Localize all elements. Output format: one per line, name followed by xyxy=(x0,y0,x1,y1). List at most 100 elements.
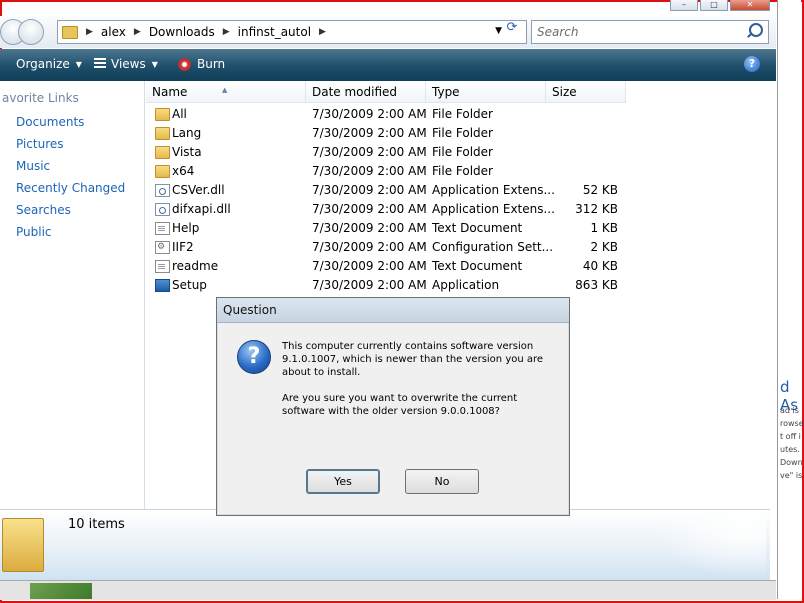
background-text-line: Down xyxy=(780,458,803,467)
background-text-line: t off i xyxy=(780,432,801,441)
file-name: IIF2 xyxy=(172,240,194,254)
file-name: x64 xyxy=(172,164,195,178)
breadcrumb-separator-icon: ▶ xyxy=(222,27,230,37)
search-input[interactable]: Search xyxy=(531,20,769,44)
breadcrumb-separator-icon: ▶ xyxy=(133,27,141,37)
views-label: Views xyxy=(111,57,146,71)
file-type: File Folder xyxy=(432,145,493,159)
chevron-down-icon: ▼ xyxy=(75,59,82,69)
dialog-message: This computer currently contains softwar… xyxy=(282,340,552,431)
search-icon[interactable] xyxy=(749,23,763,37)
file-row[interactable]: IIF2 7/30/2009 2:00 AM Configuration Set… xyxy=(146,238,626,257)
folder-icon xyxy=(155,146,170,159)
file-type: Text Document xyxy=(432,221,523,235)
nav-documents[interactable]: Documents xyxy=(16,115,84,129)
nav-music[interactable]: Music xyxy=(16,159,50,173)
breadcrumb-downloads[interactable]: Downloads xyxy=(149,25,215,39)
navigation-pane: avorite Links Documents Pictures Music R… xyxy=(0,81,145,590)
address-dropdown-icon[interactable]: ▼ xyxy=(495,26,502,36)
file-row[interactable]: Setup 7/30/2009 2:00 AM Application 863 … xyxy=(146,276,626,295)
file-row[interactable]: difxapi.dll 7/30/2009 2:00 AM Applicatio… xyxy=(146,200,626,219)
no-button[interactable]: No xyxy=(405,469,479,494)
breadcrumb-infinst[interactable]: infinst_autol xyxy=(238,25,311,39)
burn-label: Burn xyxy=(197,57,226,71)
folder-icon xyxy=(155,108,170,121)
large-folder-icon xyxy=(2,518,44,572)
column-header-name[interactable]: ▲ Name xyxy=(146,81,306,103)
address-bar[interactable]: ▶ alex ▶ Downloads ▶ infinst_autol ▶ ▼ xyxy=(57,20,527,44)
file-size: 1 KB xyxy=(590,221,618,235)
folder-icon xyxy=(155,127,170,140)
close-button[interactable]: ✕ xyxy=(730,0,770,11)
column-name-label: Name xyxy=(152,85,188,99)
help-icon[interactable]: ? xyxy=(744,56,760,72)
refresh-icon[interactable]: ⟳ xyxy=(503,21,521,35)
question-icon: ? xyxy=(237,340,271,374)
chevron-down-icon: ▼ xyxy=(151,59,158,69)
file-type: Application xyxy=(432,278,500,292)
dialog-message-line1: This computer currently contains softwar… xyxy=(282,341,544,378)
item-count: 10 items xyxy=(68,517,125,532)
background-thumbnail xyxy=(30,583,92,599)
views-button[interactable]: Views ▼ xyxy=(94,57,158,71)
file-name: Lang xyxy=(172,126,202,140)
file-row[interactable]: All 7/30/2009 2:00 AM File Folder xyxy=(146,105,626,124)
breadcrumb-separator-icon: ▶ xyxy=(86,27,93,37)
address-bar-area: ▶ alex ▶ Downloads ▶ infinst_autol ▶ ▼ ⟳… xyxy=(0,16,776,48)
nav-pictures[interactable]: Pictures xyxy=(16,137,64,151)
background-text: ad is rowse t off i utes. Down ve" is xyxy=(780,404,804,482)
file-type: File Folder xyxy=(432,164,493,178)
favorite-links-header: avorite Links xyxy=(2,91,79,105)
file-date: 7/30/2009 2:00 AM xyxy=(312,145,427,159)
dialog-title: Question xyxy=(223,303,277,317)
search-placeholder: Search xyxy=(537,25,579,39)
maximize-button[interactable]: □ xyxy=(700,0,728,11)
column-header-size[interactable]: Size xyxy=(546,81,626,103)
file-size: 40 KB xyxy=(582,259,618,273)
column-header-type[interactable]: Type xyxy=(426,81,546,103)
views-icon xyxy=(94,58,106,70)
nav-searches[interactable]: Searches xyxy=(16,203,71,217)
minimize-button[interactable]: – xyxy=(670,0,698,11)
file-name: Setup xyxy=(172,278,207,292)
config-icon xyxy=(155,238,170,257)
background-text-line: ve" is xyxy=(780,471,803,480)
folder-icon xyxy=(155,165,170,178)
breadcrumb-alex[interactable]: alex xyxy=(101,25,126,39)
nav-recently-changed[interactable]: Recently Changed xyxy=(16,181,125,195)
breadcrumb-separator-icon: ▶ xyxy=(319,27,326,37)
file-type: Text Document xyxy=(432,259,523,273)
file-row[interactable]: readme 7/30/2009 2:00 AM Text Document 4… xyxy=(146,257,626,276)
dialog-title-bar[interactable]: Question xyxy=(217,298,569,323)
file-date: 7/30/2009 2:00 AM xyxy=(312,107,427,121)
file-name: readme xyxy=(172,259,219,273)
file-type: Application Extens... xyxy=(432,183,555,197)
file-name: difxapi.dll xyxy=(172,202,231,216)
file-row[interactable]: x64 7/30/2009 2:00 AM File Folder xyxy=(146,162,626,181)
decorative-swoosh xyxy=(656,512,766,578)
background-text-line: utes. xyxy=(780,445,800,454)
file-date: 7/30/2009 2:00 AM xyxy=(312,126,427,140)
file-name: All xyxy=(172,107,187,121)
folder-icon xyxy=(62,25,78,39)
file-date: 7/30/2009 2:00 AM xyxy=(312,164,427,178)
background-text-line: rowse xyxy=(780,419,804,428)
organize-button[interactable]: Organize ▼ xyxy=(16,57,82,71)
forward-button[interactable] xyxy=(18,19,44,45)
file-date: 7/30/2009 2:00 AM xyxy=(312,183,427,197)
column-type-label: Type xyxy=(432,85,460,99)
details-pane: 10 items xyxy=(0,509,770,580)
burn-button[interactable]: Burn xyxy=(178,57,225,71)
file-row[interactable]: CSVer.dll 7/30/2009 2:00 AM Application … xyxy=(146,181,626,200)
yes-button[interactable]: Yes xyxy=(306,469,380,494)
file-date: 7/30/2009 2:00 AM xyxy=(312,278,427,292)
question-dialog: Question ? This computer currently conta… xyxy=(216,297,570,516)
file-date: 7/30/2009 2:00 AM xyxy=(312,202,427,216)
file-row[interactable]: Vista 7/30/2009 2:00 AM File Folder xyxy=(146,143,626,162)
file-row[interactable]: Lang 7/30/2009 2:00 AM File Folder xyxy=(146,124,626,143)
nav-public[interactable]: Public xyxy=(16,225,52,239)
column-header-date[interactable]: Date modified xyxy=(306,81,426,103)
command-bar: Organize ▼ Views ▼ Burn ? xyxy=(0,49,776,81)
file-row[interactable]: Help 7/30/2009 2:00 AM Text Document 1 K… xyxy=(146,219,626,238)
file-name: Help xyxy=(172,221,200,235)
